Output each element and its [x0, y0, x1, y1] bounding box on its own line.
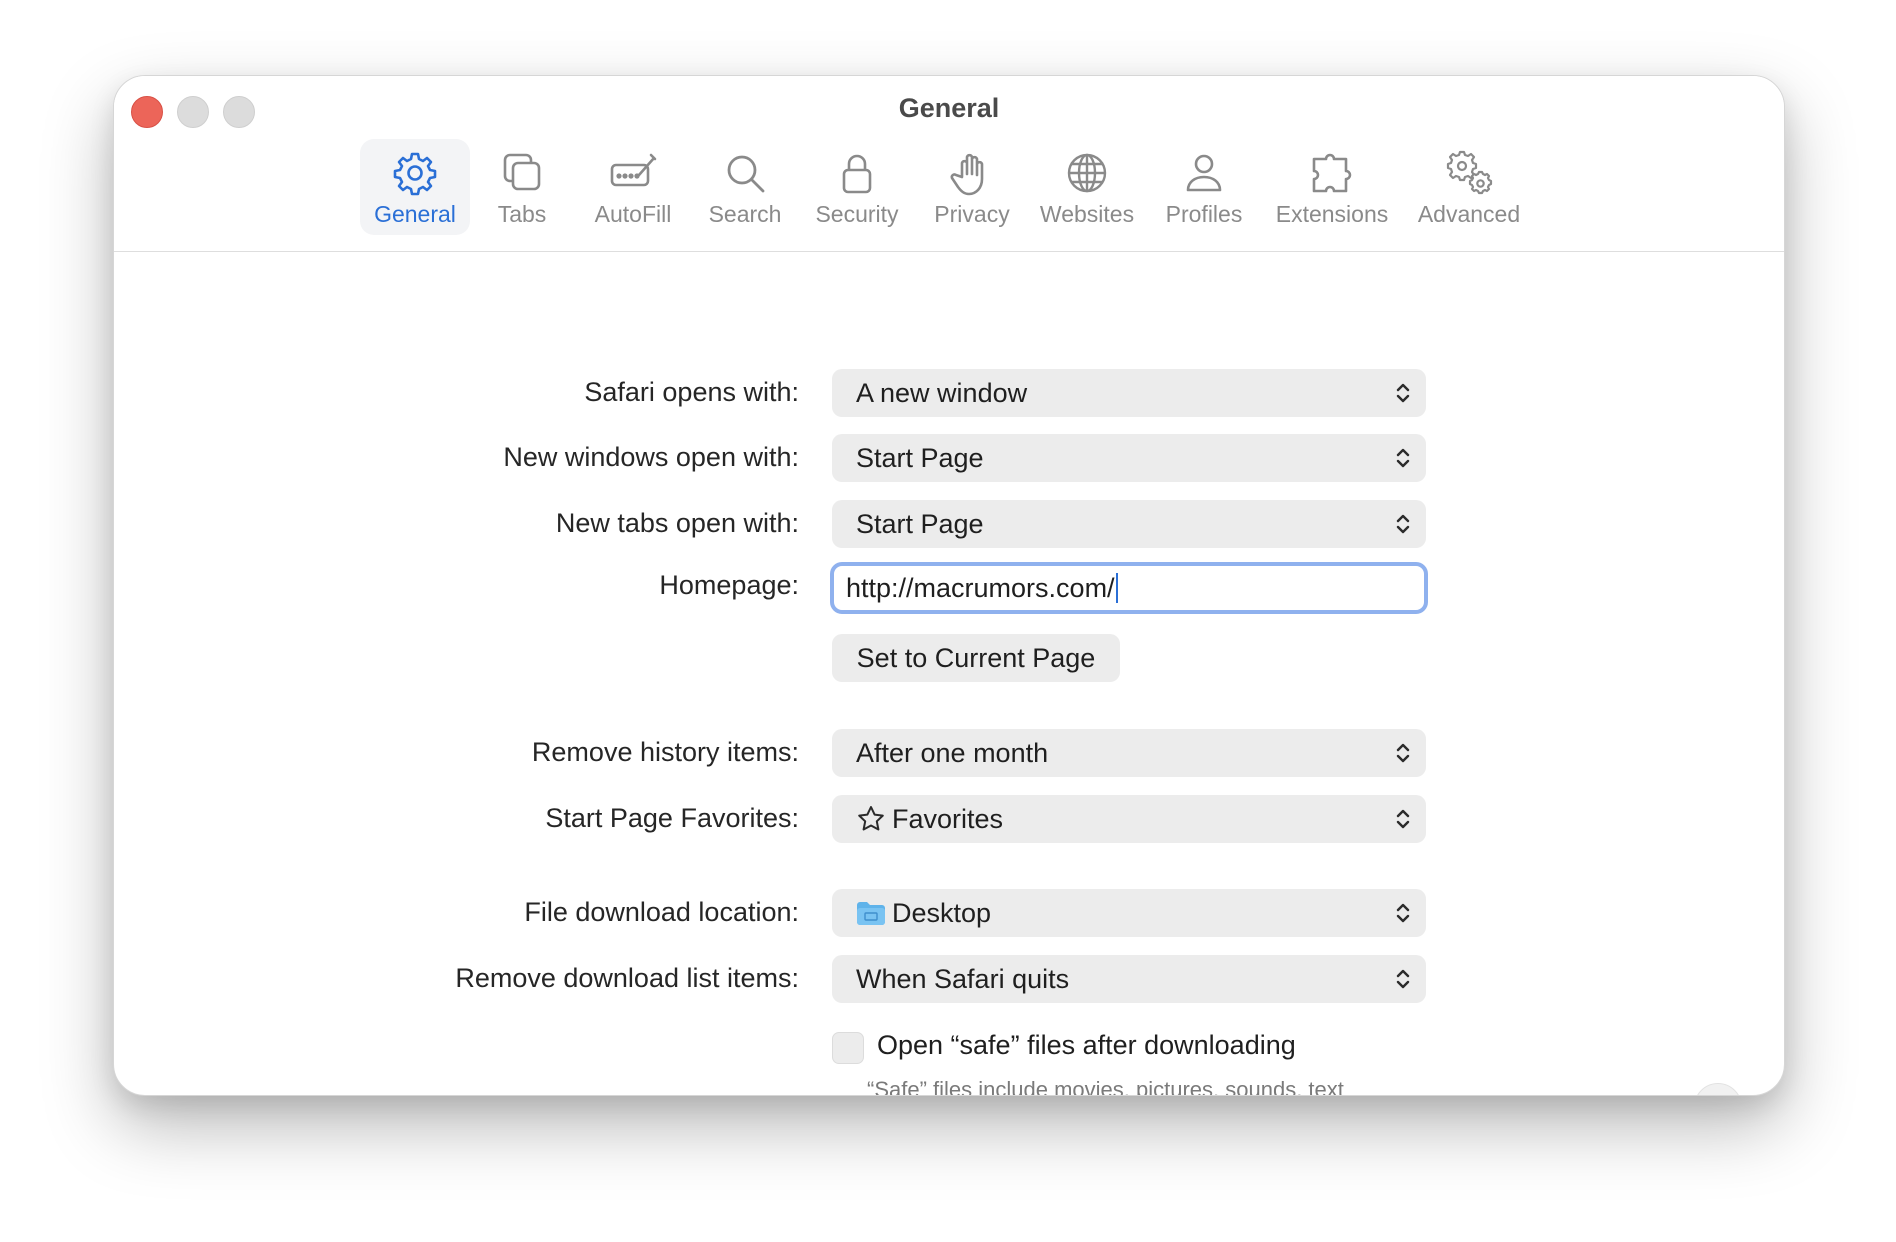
tab-security[interactable]: Security [798, 139, 916, 235]
tab-extensions[interactable]: Extensions [1262, 139, 1402, 235]
chevron-updown-icon [1396, 903, 1410, 923]
new-tabs-open-with-value: Start Page [856, 508, 984, 539]
tab-advanced-label: Advanced [1417, 201, 1521, 227]
tab-search[interactable]: Search [692, 139, 798, 235]
chevron-updown-icon [1396, 809, 1410, 829]
window-title: General [898, 93, 1000, 123]
tab-tabs-label: Tabs [497, 201, 547, 227]
remove-history-label: Remove history items: [531, 737, 799, 767]
general-pane: Safari opens with: A new window New wind… [114, 252, 1784, 1095]
preferences-toolbar: General Tabs AutoFill Search Security Pr… [360, 139, 1536, 235]
favorites-value: Favorites [892, 803, 1004, 834]
homepage-value: http://macrumors.com/ [846, 572, 1115, 603]
autofill-icon [609, 149, 657, 197]
favorites-label: Start Page Favorites: [545, 803, 799, 833]
preferences-window: General General Tabs AutoFill Search Sec… [113, 75, 1785, 1096]
tab-privacy[interactable]: Privacy [916, 139, 1028, 235]
remove-downloads-label: Remove download list items: [455, 963, 799, 993]
tab-security-label: Security [815, 201, 899, 227]
set-to-current-page-button[interactable]: Set to Current Page [832, 634, 1120, 682]
puzzle-icon [1308, 149, 1356, 197]
hand-icon [948, 149, 996, 197]
tab-advanced[interactable]: Advanced [1402, 139, 1536, 235]
safari-opens-with-value: A new window [856, 377, 1028, 408]
chevron-updown-icon [1396, 969, 1410, 989]
new-windows-open-with-popup[interactable]: Start Page [832, 434, 1426, 482]
tab-extensions-label: Extensions [1275, 201, 1389, 227]
tab-profiles[interactable]: Profiles [1146, 139, 1262, 235]
tab-websites-label: Websites [1039, 201, 1135, 227]
tab-tabs[interactable]: Tabs [470, 139, 574, 235]
safari-opens-with-label: Safari opens with: [584, 377, 799, 407]
new-tabs-open-with-label: New tabs open with: [555, 508, 799, 538]
tab-websites[interactable]: Websites [1028, 139, 1146, 235]
new-windows-open-with-label: New windows open with: [503, 442, 799, 472]
lock-icon [833, 149, 881, 197]
favorites-popup[interactable]: Favorites [832, 795, 1426, 843]
title-bar: General General Tabs AutoFill Search Sec… [114, 76, 1784, 252]
download-location-popup[interactable]: Desktop [832, 889, 1426, 937]
globe-icon [1063, 149, 1111, 197]
remove-downloads-popup[interactable]: When Safari quits [832, 955, 1426, 1003]
homepage-field[interactable]: http://macrumors.com/ [830, 562, 1428, 614]
help-button[interactable]: ? [1694, 1083, 1742, 1095]
star-icon [856, 804, 886, 834]
open-safe-files-label[interactable]: Open “safe” files after downloading [877, 1030, 1296, 1061]
folder-icon [856, 900, 886, 926]
chevron-updown-icon [1396, 514, 1410, 534]
download-location-value: Desktop [892, 897, 992, 928]
tab-autofill[interactable]: AutoFill [574, 139, 692, 235]
tab-general[interactable]: General [360, 139, 470, 235]
new-tabs-open-with-popup[interactable]: Start Page [832, 500, 1426, 548]
chevron-updown-icon [1396, 448, 1410, 468]
remove-downloads-value: When Safari quits [856, 963, 1070, 994]
text-caret [1115, 573, 1118, 603]
homepage-label: Homepage: [659, 570, 799, 600]
tab-profiles-label: Profiles [1165, 201, 1243, 227]
remove-history-popup[interactable]: After one month [832, 729, 1426, 777]
tab-privacy-label: Privacy [934, 201, 1010, 227]
tabs-icon [498, 149, 546, 197]
remove-history-value: After one month [856, 737, 1049, 768]
gears-icon [1445, 149, 1493, 197]
tab-autofill-label: AutoFill [594, 201, 672, 227]
new-windows-open-with-value: Start Page [856, 442, 984, 473]
search-icon [721, 149, 769, 197]
gear-icon [391, 149, 439, 197]
tab-search-label: Search [708, 201, 782, 227]
person-icon [1180, 149, 1228, 197]
open-safe-files-checkbox[interactable] [832, 1032, 864, 1064]
safe-files-note: “Safe” files include movies, pictures, s… [867, 1077, 1344, 1096]
chevron-updown-icon [1396, 383, 1410, 403]
safari-opens-with-popup[interactable]: A new window [832, 369, 1426, 417]
chevron-updown-icon [1396, 743, 1410, 763]
download-location-label: File download location: [524, 897, 799, 927]
tab-general-label: General [374, 201, 456, 227]
